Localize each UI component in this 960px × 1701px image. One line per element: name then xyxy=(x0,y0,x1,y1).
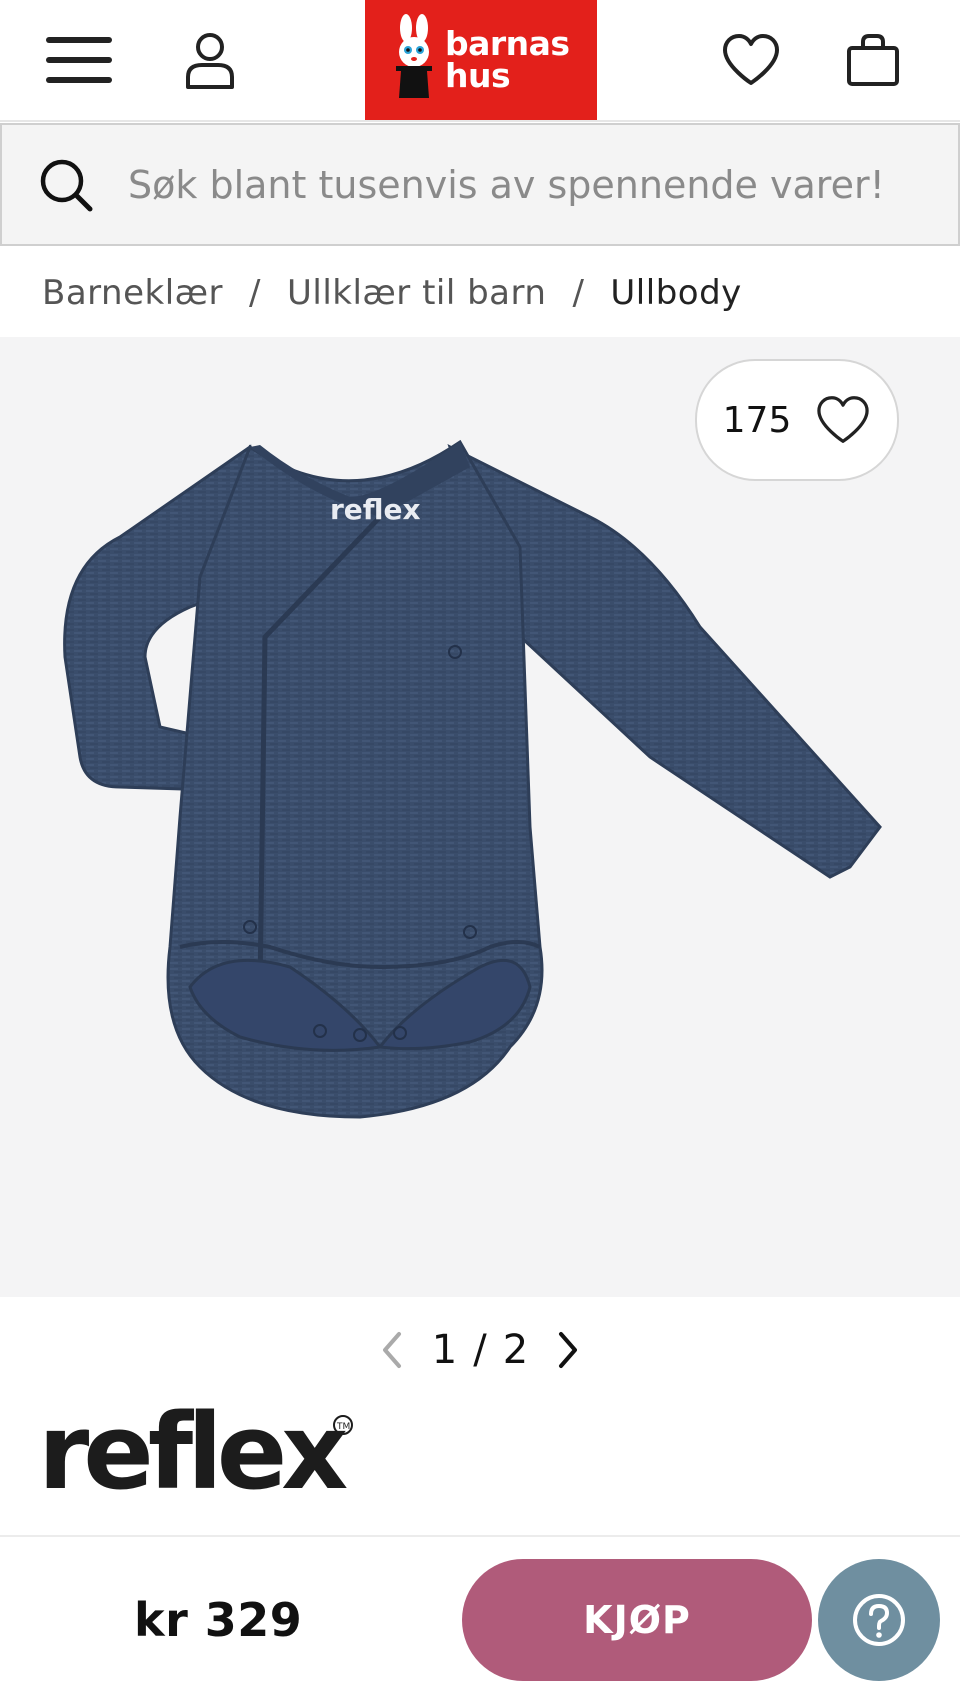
svg-text:TM: TM xyxy=(336,1422,350,1432)
product-gallery[interactable]: 175 reflex xyxy=(0,337,960,1297)
breadcrumb-item-current: Ullbody xyxy=(610,273,742,313)
buy-button[interactable]: KJØP xyxy=(462,1559,812,1681)
question-mark-icon xyxy=(853,1594,905,1646)
product-price: kr 329 xyxy=(134,1593,303,1647)
pager-current: 1 xyxy=(431,1327,458,1373)
search-input[interactable] xyxy=(128,155,928,215)
chevron-right-icon xyxy=(559,1332,578,1368)
gallery-pager: 1 / 2 xyxy=(0,1320,960,1380)
next-image-button[interactable] xyxy=(544,1326,592,1374)
bunny-hat-logo-icon xyxy=(396,14,432,98)
previous-image-button[interactable] xyxy=(368,1326,416,1374)
product-image: reflex xyxy=(63,439,882,1119)
search-bar[interactable] xyxy=(0,123,960,246)
purchase-bar: kr 329 KJØP xyxy=(0,1535,960,1701)
breadcrumb-item-barneklaer[interactable]: Barneklær xyxy=(42,273,223,313)
search-icon xyxy=(40,159,93,212)
wishlist-button[interactable] xyxy=(706,18,796,102)
account-button[interactable] xyxy=(165,18,255,102)
heart-icon xyxy=(723,34,779,85)
brand-name: reflex xyxy=(38,1391,347,1505)
logo-text: barnas hus xyxy=(445,27,570,95)
user-icon xyxy=(186,33,234,89)
menu-button[interactable] xyxy=(34,18,124,102)
logo-line-2: hus xyxy=(445,56,511,95)
garment-label: reflex xyxy=(330,493,421,526)
breadcrumb: Barneklær / Ullklær til barn / Ullbody xyxy=(42,268,742,318)
top-header: barnas hus xyxy=(0,0,960,122)
pager-separator: / xyxy=(473,1327,487,1373)
breadcrumb-separator: / xyxy=(572,273,585,313)
hamburger-menu-icon xyxy=(46,37,112,83)
breadcrumb-separator: / xyxy=(249,273,261,313)
cart-button[interactable] xyxy=(828,18,918,102)
breadcrumb-item-ullklaer[interactable]: Ullklær til barn xyxy=(287,273,546,313)
help-button[interactable] xyxy=(818,1559,940,1681)
shopping-bag-icon xyxy=(847,34,899,86)
brand-logo[interactable]: reflex TM xyxy=(38,1385,368,1505)
chevron-left-icon xyxy=(382,1332,401,1368)
pager-total: 2 xyxy=(502,1327,529,1373)
site-logo[interactable]: barnas hus xyxy=(365,0,597,120)
